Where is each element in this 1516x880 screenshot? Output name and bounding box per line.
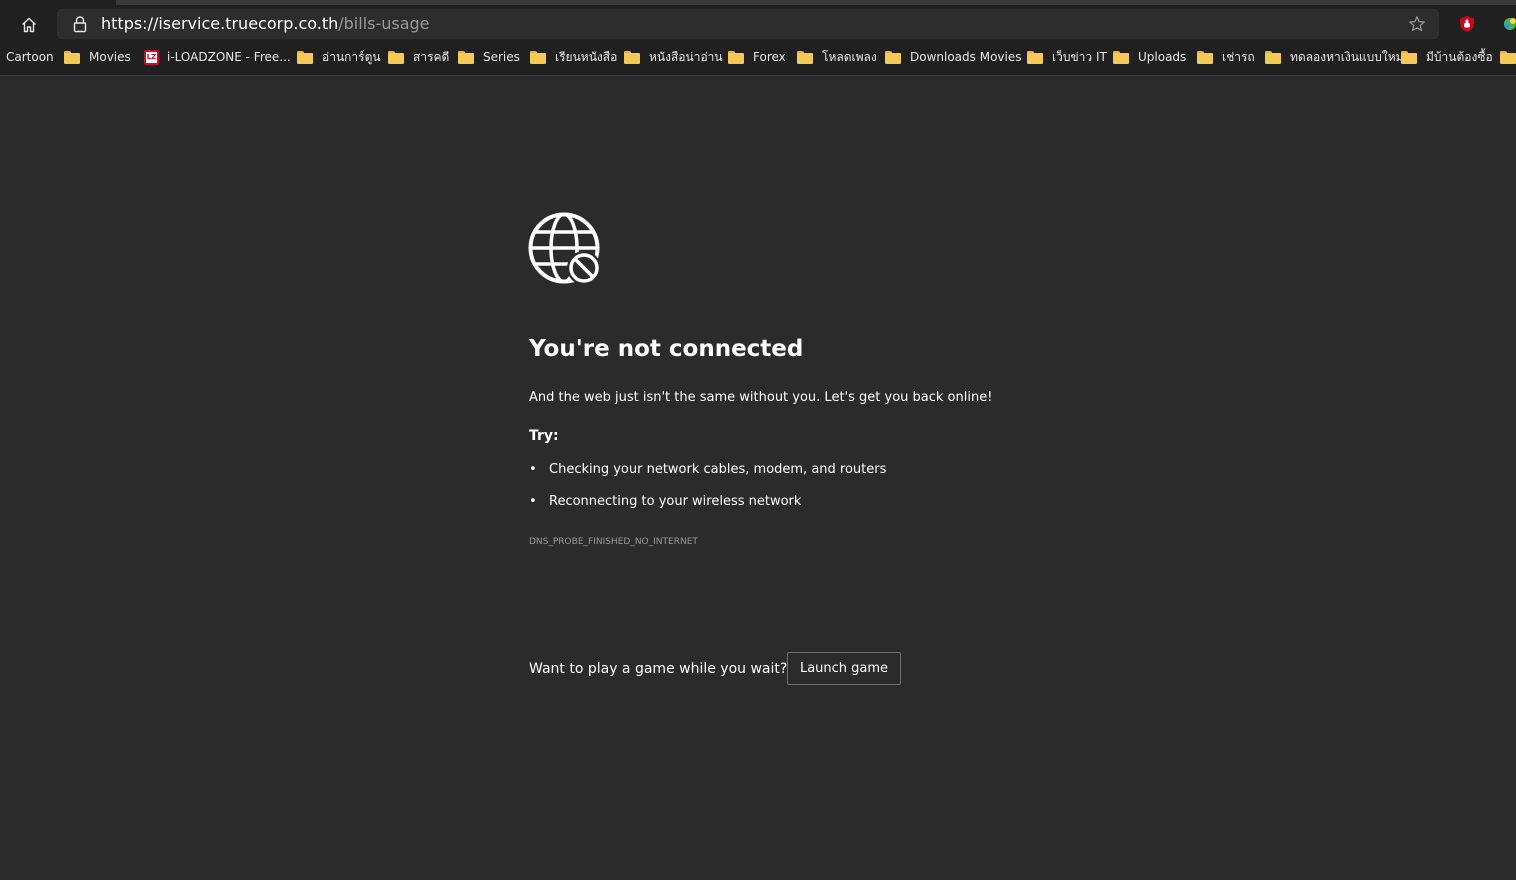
folder-icon [388, 50, 404, 64]
star-icon [1409, 16, 1425, 32]
bookmark-buy-house[interactable]: มีบ้านต้องซื้อ [1401, 44, 1493, 70]
bookmark-label: Forex [753, 50, 786, 64]
bookmark-more[interactable] [1500, 44, 1516, 70]
bookmark-label: โหลดเพลง [822, 49, 877, 64]
bookmark-study[interactable]: เรียนหนังสือ [530, 44, 617, 70]
bookmark-music[interactable]: โหลดเพลง [797, 44, 877, 70]
launch-game-button[interactable]: Launch game [787, 652, 901, 685]
url-domain: https://iservice.truecorp.co.th [101, 14, 339, 33]
suggestion-text: Checking your network cables, modem, and… [549, 462, 887, 477]
error-description: And the web just isn't the same without … [529, 390, 993, 405]
bookmark-label: เรียนหนังสือ [555, 49, 618, 64]
shield-extension-icon[interactable] [1458, 15, 1476, 33]
folder-icon [1113, 50, 1129, 64]
bookmark-label: เช่ารถ [1222, 49, 1255, 64]
loadzone-icon: LZ [144, 49, 159, 65]
game-prompt: Want to play a game while you wait? [529, 661, 788, 677]
bookmark-label: มีบ้านต้องซื้อ [1426, 49, 1493, 64]
bookmark-books[interactable]: หนังสือน่าอ่าน [624, 44, 723, 70]
tab-strip [116, 0, 1516, 5]
globe-blocked-icon [528, 212, 601, 285]
bookmarks-bar: Cartoon Movies LZ i-LOADZONE - Free... อ… [0, 44, 1516, 70]
url-text[interactable]: https://iservice.truecorp.co.th/bills-us… [101, 14, 430, 34]
folder-icon [797, 50, 813, 64]
browser-toolbar: https://iservice.truecorp.co.th/bills-us… [0, 0, 1516, 76]
bookmark-label: Movies [89, 50, 131, 64]
bookmark-label: Uploads [1138, 50, 1187, 64]
bookmark-label: Series [483, 50, 520, 64]
extension-icon[interactable] [1500, 14, 1516, 34]
bookmark-label: เว็บข่าว IT [1052, 49, 1107, 64]
url-path: /bills-usage [338, 14, 430, 33]
home-icon [22, 17, 36, 33]
error-code[interactable]: DNS_PROBE_FINISHED_NO_INTERNET [529, 536, 698, 548]
folder-icon [1027, 50, 1043, 64]
suggestion-item: • Reconnecting to your wireless network [529, 493, 801, 511]
bookmark-downloads-movies[interactable]: Downloads Movies [885, 44, 1021, 70]
folder-icon [728, 50, 744, 64]
try-heading: Try: [529, 428, 559, 444]
bookmark-label: i-LOADZONE - Free... [167, 50, 291, 64]
bookmark-car-rental[interactable]: เช่ารถ [1197, 44, 1255, 70]
bookmark-cartoon-reading[interactable]: อ่านการ์ตูน [297, 44, 381, 70]
bookmark-label: Downloads Movies [910, 50, 1022, 64]
bookmark-forex[interactable]: Forex [728, 44, 786, 70]
bookmark-label: หนังสือน่าอ่าน [649, 49, 723, 64]
page-title: You're not connected [529, 336, 804, 362]
bookmark-series[interactable]: Series [458, 44, 520, 70]
favorite-button[interactable] [1407, 14, 1427, 34]
home-button[interactable] [14, 11, 44, 39]
folder-icon [64, 50, 80, 64]
bookmark-i-loadzone[interactable]: LZ i-LOADZONE - Free... [144, 44, 291, 70]
folder-icon [530, 50, 546, 64]
folder-icon [1197, 50, 1213, 64]
suggestion-item: • Checking your network cables, modem, an… [529, 461, 886, 479]
address-bar[interactable]: https://iservice.truecorp.co.th/bills-us… [57, 9, 1439, 39]
folder-icon [1500, 50, 1516, 64]
bookmark-label: สารคดี [413, 49, 450, 64]
folder-icon [1265, 50, 1281, 64]
bookmark-movies[interactable]: Movies [64, 44, 131, 70]
bookmark-documentary[interactable]: สารคดี [388, 44, 449, 70]
bookmark-uploads[interactable]: Uploads [1113, 44, 1186, 70]
folder-icon [458, 50, 474, 64]
bookmark-cartoon[interactable]: Cartoon [6, 44, 54, 70]
bullet-icon: • [529, 462, 537, 477]
bookmark-label: ทดลองหาเงินแบบใหม่ [1290, 49, 1404, 64]
bookmark-it-news[interactable]: เว็บข่าว IT [1027, 44, 1107, 70]
suggestion-text: Reconnecting to your wireless network [549, 494, 802, 509]
bookmark-make-money[interactable]: ทดลองหาเงินแบบใหม่ [1265, 44, 1404, 70]
lock-icon[interactable] [72, 15, 88, 33]
folder-icon [885, 50, 901, 64]
folder-icon [297, 50, 313, 64]
bookmark-label: อ่านการ์ตูน [322, 49, 381, 64]
bullet-icon: • [529, 494, 537, 509]
folder-icon [1401, 50, 1417, 64]
bookmark-label: Cartoon [6, 50, 54, 64]
folder-icon [624, 50, 640, 64]
